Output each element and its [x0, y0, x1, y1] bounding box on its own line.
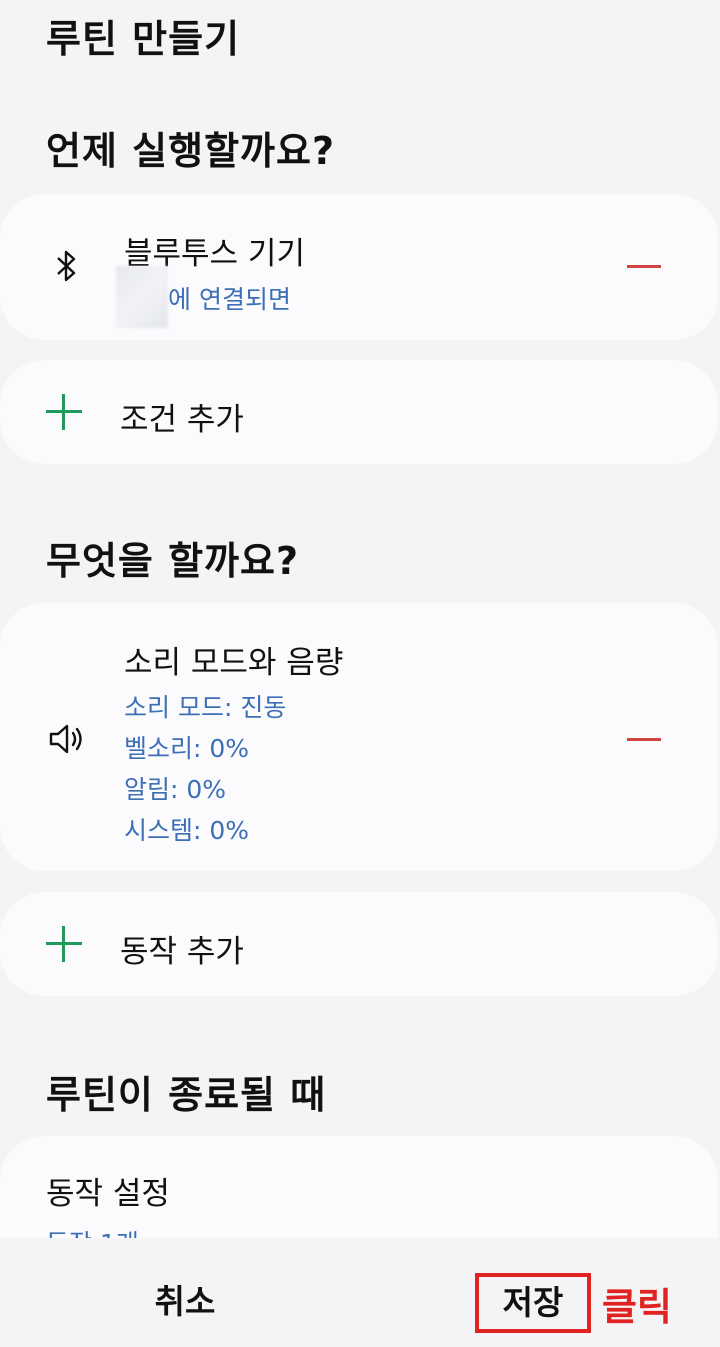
action-detail-sound-mode: 소리 모드: 진동 [124, 693, 287, 722]
remove-condition-button[interactable] [620, 246, 668, 286]
save-button[interactable]: 저장 [475, 1273, 591, 1333]
condition-card-bluetooth[interactable]: 블루투스 기기 에 연결되면 [0, 194, 718, 340]
what-section-title: 무엇을 할까요? [46, 539, 300, 583]
action-title: 소리 모드와 음량 [124, 645, 344, 681]
minus-icon [627, 737, 661, 741]
plus-icon [46, 394, 82, 430]
condition-subtitle: 에 연결되면 [168, 285, 291, 314]
action-detail-system: 시스템: 0% [124, 816, 250, 845]
click-annotation: 클릭 [602, 1285, 672, 1329]
remove-action-button[interactable] [620, 719, 668, 759]
redacted-device-name [116, 266, 168, 328]
add-action-label: 동작 추가 [120, 934, 244, 970]
add-action-button[interactable]: 동작 추가 [0, 892, 718, 996]
on-end-card-title: 동작 설정 [46, 1176, 170, 1212]
action-detail-notification: 알림: 0% [124, 775, 227, 804]
add-condition-label: 조건 추가 [120, 402, 244, 438]
action-detail-ringtone: 벨소리: 0% [124, 734, 250, 763]
cancel-button[interactable]: 취소 [125, 1272, 245, 1332]
on-end-section-title: 루틴이 종료될 때 [46, 1073, 327, 1117]
bluetooth-icon [46, 246, 86, 286]
when-section-title: 언제 실행할까요? [46, 129, 335, 173]
plus-icon [46, 926, 82, 962]
minus-icon [627, 264, 661, 268]
on-end-card-sub-clipped: 동작 1개 [46, 1222, 346, 1238]
speaker-icon [46, 719, 86, 759]
add-condition-button[interactable]: 조건 추가 [0, 360, 718, 464]
page-title: 루틴 만들기 [46, 17, 241, 61]
action-card-sound[interactable]: 소리 모드와 음량 소리 모드: 진동 벨소리: 0% 알림: 0% 시스템: … [0, 603, 718, 871]
